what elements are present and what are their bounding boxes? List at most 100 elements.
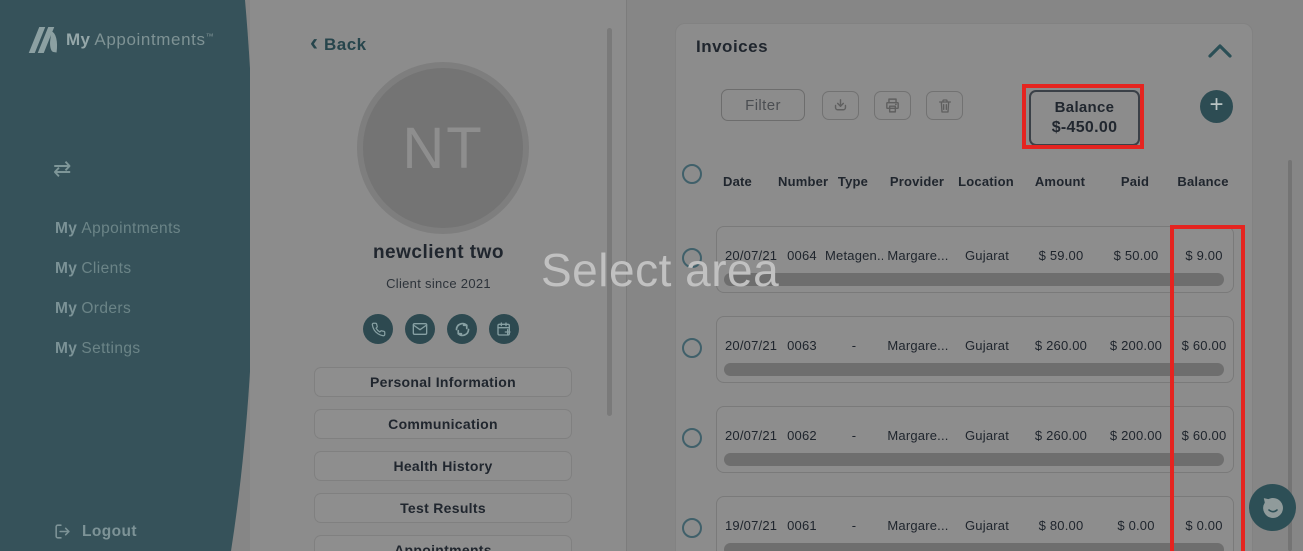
invoice-row[interactable]: 19/07/21 0061 - Margare... Gujarat $ 80.… [716, 496, 1234, 551]
invoice-row[interactable]: 20/07/21 0064 Metagen... Margare... Guja… [716, 226, 1234, 293]
invoice-row-cells: 19/07/21 0061 - Margare... Gujarat $ 80.… [717, 516, 1237, 534]
profile-scrollbar[interactable] [607, 28, 612, 416]
brand-trademark: ™ [206, 32, 214, 41]
back-label: Back [324, 35, 367, 55]
filter-button[interactable]: Filter [721, 89, 805, 121]
appointments-button[interactable]: Appointments [314, 535, 572, 551]
calendar-add-icon [496, 321, 512, 337]
column-location: Location [952, 174, 1020, 189]
cell-location: Gujarat [953, 428, 1021, 443]
sidebar-item-orders[interactable]: MyOrders [55, 300, 181, 321]
sidebar-nav: MyAppointments MyClients MyOrders MySett… [55, 220, 181, 380]
email-button[interactable] [405, 314, 435, 344]
row-horizontal-scrollbar[interactable] [724, 363, 1224, 376]
back-chevron-icon: ‹ [310, 31, 318, 55]
cell-paid: $ 0.00 [1101, 518, 1171, 533]
trash-icon [937, 98, 953, 114]
sidebar: My Appointments ™ ⇄ MyAppointments MyCli… [0, 0, 260, 551]
invoices-table-header: Date Number Type Provider Location Amoun… [716, 172, 1236, 190]
sidebar-collapse-icon[interactable]: ⇄ [53, 158, 71, 180]
chat-button[interactable] [1249, 484, 1296, 531]
add-invoice-button[interactable]: + [1200, 90, 1233, 123]
cell-date: 19/07/21 [717, 518, 779, 533]
printer-icon [884, 97, 901, 114]
cell-balance: $ 60.00 [1171, 428, 1237, 443]
select-all-radio[interactable] [682, 164, 702, 184]
cell-provider: Margare... [883, 428, 953, 443]
row-radio[interactable] [682, 428, 702, 448]
row-radio[interactable] [682, 338, 702, 358]
email-icon [412, 321, 428, 337]
invoice-row[interactable]: 20/07/21 0063 - Margare... Gujarat $ 260… [716, 316, 1234, 383]
health-history-button[interactable]: Health History [314, 451, 572, 481]
chevron-up-icon [1207, 43, 1233, 59]
cell-amount: $ 260.00 [1021, 338, 1101, 353]
sidebar-item-settings[interactable]: MySettings [55, 340, 181, 361]
app-screen: My Appointments ™ ⇄ MyAppointments MyCli… [0, 0, 1303, 551]
phone-button[interactable] [363, 314, 393, 344]
nav-label: Appointments [81, 220, 181, 237]
logout-button[interactable]: Logout [53, 522, 137, 541]
cell-balance: $ 60.00 [1171, 338, 1237, 353]
cell-provider: Margare... [883, 338, 953, 353]
invoice-row[interactable]: 20/07/21 0062 - Margare... Gujarat $ 260… [716, 406, 1234, 473]
balance-label: Balance [1055, 99, 1115, 116]
cell-paid: $ 50.00 [1101, 248, 1171, 263]
chat-bubble-icon [1259, 494, 1287, 522]
row-horizontal-scrollbar[interactable] [724, 273, 1224, 286]
column-provider: Provider [882, 174, 952, 189]
cell-number: 0064 [779, 248, 825, 263]
invoices-title: Invoices [696, 37, 768, 57]
brand-my: My [66, 30, 90, 50]
add-appointment-button[interactable] [489, 314, 519, 344]
invoice-row-cells: 20/07/21 0064 Metagen... Margare... Guja… [717, 246, 1237, 264]
test-results-button[interactable]: Test Results [314, 493, 572, 523]
avatar-initials: NT [402, 115, 483, 182]
cell-provider: Margare... [883, 248, 953, 263]
cell-type: - [825, 518, 883, 533]
logout-icon [53, 522, 72, 541]
sidebar-item-appointments[interactable]: MyAppointments [55, 220, 181, 241]
cell-provider: Margare... [883, 518, 953, 533]
cell-location: Gujarat [953, 248, 1021, 263]
cell-balance: $ 9.00 [1171, 248, 1237, 263]
balance-value: $-450.00 [1052, 119, 1118, 137]
nav-label: Clients [81, 260, 131, 277]
quick-actions [363, 314, 519, 344]
communication-button[interactable]: Communication [314, 409, 572, 439]
phone-icon [371, 322, 386, 337]
cell-type: Metagen... [825, 248, 883, 263]
row-radio[interactable] [682, 518, 702, 538]
row-horizontal-scrollbar[interactable] [724, 543, 1224, 551]
cell-date: 20/07/21 [717, 428, 779, 443]
cell-number: 0061 [779, 518, 825, 533]
row-horizontal-scrollbar[interactable] [724, 453, 1224, 466]
cell-balance: $ 0.00 [1171, 518, 1237, 533]
column-number: Number [778, 174, 824, 189]
cell-date: 20/07/21 [717, 338, 779, 353]
select-area-label: Select area [541, 243, 779, 297]
column-type: Type [824, 174, 882, 189]
print-button[interactable] [874, 91, 911, 120]
avatar: NT [357, 62, 529, 234]
cell-amount: $ 260.00 [1021, 428, 1101, 443]
cell-number: 0062 [779, 428, 825, 443]
collapse-panel-button[interactable] [1207, 43, 1233, 64]
personal-information-button[interactable]: Personal Information [314, 367, 572, 397]
balance-summary[interactable]: Balance $-450.00 [1029, 90, 1140, 146]
column-amount: Amount [1020, 174, 1100, 189]
profile-sections: Personal Information Communication Healt… [314, 367, 572, 551]
sidebar-item-clients[interactable]: MyClients [55, 260, 181, 281]
sync-icon [454, 321, 471, 338]
logout-label: Logout [82, 523, 137, 541]
sync-button[interactable] [447, 314, 477, 344]
invoice-row-cells: 20/07/21 0062 - Margare... Gujarat $ 260… [717, 426, 1237, 444]
invoice-row-cells: 20/07/21 0063 - Margare... Gujarat $ 260… [717, 336, 1237, 354]
download-button[interactable] [822, 91, 859, 120]
cell-type: - [825, 338, 883, 353]
delete-button[interactable] [926, 91, 963, 120]
column-paid: Paid [1100, 174, 1170, 189]
cell-number: 0063 [779, 338, 825, 353]
column-balance: Balance [1170, 174, 1236, 189]
back-link[interactable]: ‹ Back [310, 33, 367, 57]
